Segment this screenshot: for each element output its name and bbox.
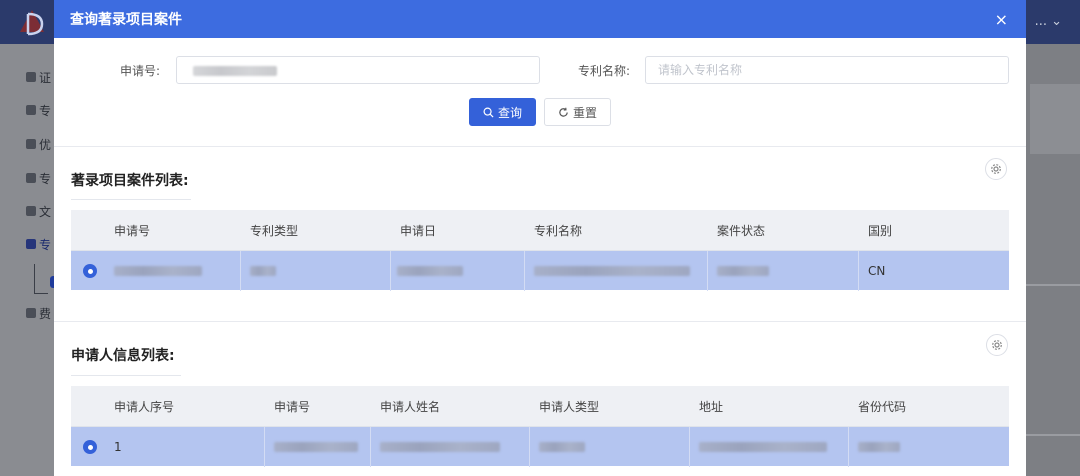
redacted-applicant-type bbox=[539, 442, 585, 452]
column-header: 案件状态 bbox=[717, 224, 766, 238]
cell-divider bbox=[848, 427, 849, 467]
case-table-header: 申请号 专利类型 申请日 专利名称 案件状态 国别 bbox=[71, 210, 1009, 250]
app-logo bbox=[20, 10, 44, 36]
search-actions: 查询 重置 bbox=[54, 98, 1026, 126]
case-table: 申请号 专利类型 申请日 专利名称 案件状态 国别 CN bbox=[71, 210, 1009, 291]
cell-divider bbox=[858, 251, 859, 291]
applicant-list-title: 申请人信息列表: bbox=[71, 348, 175, 364]
table-row[interactable]: 1 bbox=[71, 426, 1009, 467]
gear-icon[interactable] bbox=[986, 334, 1008, 356]
sidebar-item-1[interactable]: 证 bbox=[26, 68, 56, 86]
country-cell: CN bbox=[868, 264, 886, 278]
sidebar-icon bbox=[26, 72, 36, 82]
cell-divider bbox=[390, 251, 391, 291]
cell-divider bbox=[240, 251, 241, 291]
cell-divider bbox=[529, 427, 530, 467]
app-sidebar: 证 专 优 专 文 专 费 bbox=[0, 44, 56, 476]
sidebar-icon bbox=[26, 308, 36, 318]
query-case-modal: 查询著录项目案件 × 申请号: 专利名称: 查询 重置 著录项目案件列表: bbox=[54, 0, 1026, 476]
sidebar-item-label: 优 bbox=[39, 137, 52, 152]
redacted-applicant-name bbox=[380, 442, 500, 452]
column-header: 申请人序号 bbox=[114, 400, 175, 414]
background-panel bbox=[1030, 84, 1080, 154]
sidebar-icon bbox=[26, 239, 36, 249]
background-divider bbox=[1026, 284, 1080, 286]
query-button-label: 查询 bbox=[497, 105, 522, 120]
redacted-application-no bbox=[114, 266, 202, 276]
table-row[interactable]: CN bbox=[71, 250, 1009, 291]
sidebar-tree-line bbox=[34, 264, 48, 294]
background-divider bbox=[1026, 434, 1080, 436]
cell-divider bbox=[524, 251, 525, 291]
user-menu[interactable]: ... ⌄ bbox=[1035, 14, 1062, 29]
column-header: 专利名称 bbox=[534, 224, 583, 238]
applicant-table: 申请人序号 申请号 申请人姓名 申请人类型 地址 省份代码 1 bbox=[71, 386, 1009, 467]
redacted-address bbox=[699, 442, 827, 452]
redacted-case-status bbox=[717, 266, 769, 276]
title-underline bbox=[71, 199, 191, 200]
column-header: 申请日 bbox=[400, 224, 437, 238]
cell-divider bbox=[264, 427, 265, 467]
modal-header: 查询著录项目案件 × bbox=[54, 0, 1026, 38]
sidebar-item-label: 专 bbox=[39, 103, 52, 118]
patent-name-label: 专利名称: bbox=[578, 64, 631, 78]
sidebar-item-4[interactable]: 专 bbox=[26, 169, 56, 187]
sidebar-item-7[interactable]: 费 bbox=[26, 304, 56, 322]
title-underline bbox=[71, 375, 181, 376]
sidebar-item-2[interactable]: 专 bbox=[26, 101, 56, 119]
sidebar-item-label: 费 bbox=[39, 306, 52, 321]
modal-title: 查询著录项目案件 bbox=[70, 12, 182, 28]
search-icon bbox=[483, 107, 494, 118]
patent-name-input[interactable] bbox=[645, 56, 1009, 84]
app-main-background bbox=[1026, 44, 1080, 476]
column-header: 专利类型 bbox=[250, 224, 299, 238]
column-header: 申请号 bbox=[274, 400, 311, 414]
sidebar-item-label: 文 bbox=[39, 204, 52, 219]
gear-icon[interactable] bbox=[985, 158, 1007, 180]
application-no-input[interactable] bbox=[176, 56, 540, 84]
section-divider bbox=[54, 146, 1026, 147]
case-list-title: 著录项目案件列表: bbox=[71, 173, 189, 189]
column-header: 申请人姓名 bbox=[380, 400, 441, 414]
reset-button[interactable]: 重置 bbox=[544, 98, 611, 126]
sidebar-item-label: 专 bbox=[39, 237, 52, 252]
sidebar-icon bbox=[26, 105, 36, 115]
redacted-value bbox=[193, 66, 277, 76]
sidebar-icon bbox=[26, 173, 36, 183]
sidebar-item-6[interactable]: 专 bbox=[26, 235, 56, 253]
search-form: 申请号: 专利名称: bbox=[54, 56, 1026, 84]
cell-divider bbox=[707, 251, 708, 291]
applicant-seq-cell: 1 bbox=[114, 440, 122, 454]
redacted-patent-name bbox=[534, 266, 690, 276]
sidebar-item-label: 证 bbox=[39, 70, 52, 85]
redacted-province-code bbox=[858, 442, 900, 452]
section-divider bbox=[54, 321, 1026, 322]
sidebar-item-3[interactable]: 优 bbox=[26, 135, 56, 153]
row-select-radio[interactable] bbox=[83, 264, 97, 278]
column-header: 地址 bbox=[699, 400, 724, 414]
sidebar-item-label: 专 bbox=[39, 171, 52, 186]
applicant-table-header: 申请人序号 申请号 申请人姓名 申请人类型 地址 省份代码 bbox=[71, 386, 1009, 426]
redacted-application-no bbox=[274, 442, 358, 452]
application-no-label: 申请号: bbox=[120, 64, 161, 78]
column-header: 申请号 bbox=[114, 224, 151, 238]
refresh-icon bbox=[559, 107, 568, 117]
column-header: 省份代码 bbox=[858, 400, 907, 414]
cell-divider bbox=[689, 427, 690, 467]
redacted-application-date bbox=[397, 266, 463, 276]
sidebar-icon bbox=[26, 206, 36, 216]
redacted-patent-type bbox=[250, 266, 276, 276]
query-button[interactable]: 查询 bbox=[469, 98, 536, 126]
close-icon[interactable]: × bbox=[995, 10, 1010, 29]
column-header: 国别 bbox=[868, 224, 893, 238]
row-select-radio[interactable] bbox=[83, 440, 97, 454]
sidebar-item-5[interactable]: 文 bbox=[26, 202, 56, 220]
column-header: 申请人类型 bbox=[539, 400, 600, 414]
sidebar-icon bbox=[26, 139, 36, 149]
reset-button-label: 重置 bbox=[572, 105, 597, 120]
cell-divider bbox=[370, 427, 371, 467]
